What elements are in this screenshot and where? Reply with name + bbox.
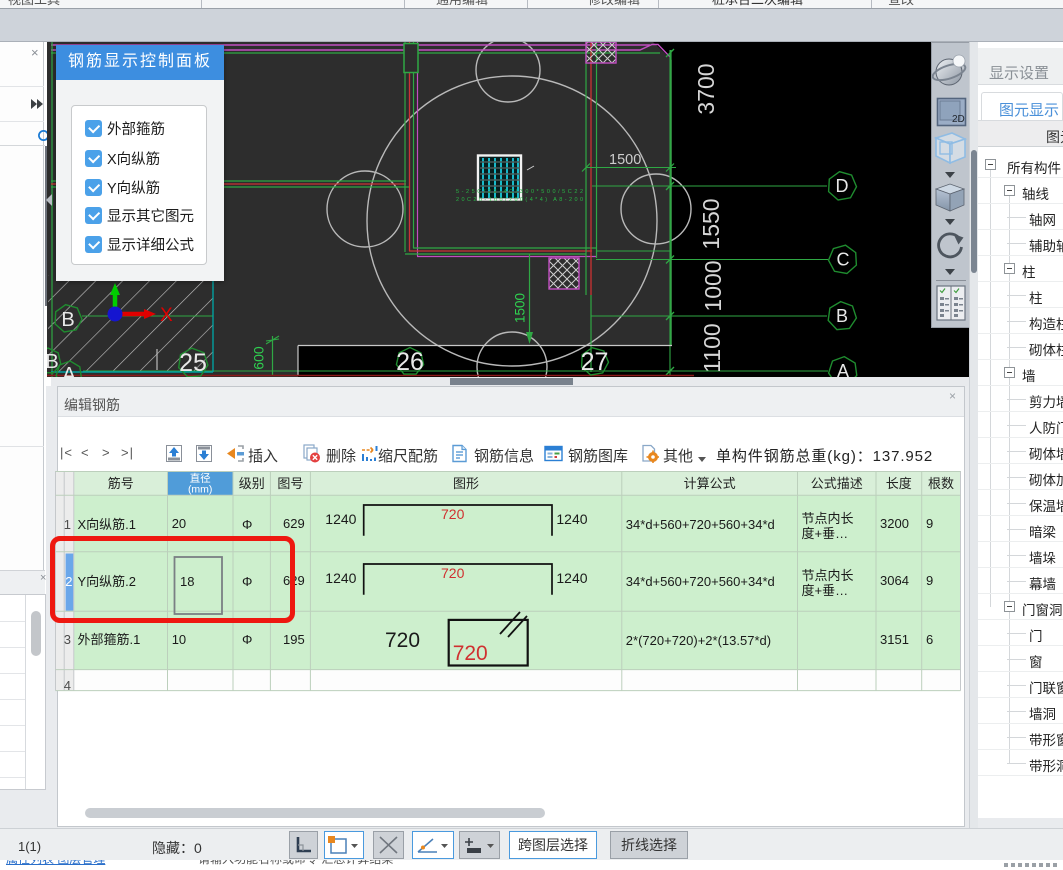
svg-text:27: 27 (581, 348, 609, 376)
svg-text:34*d+560+720+560+34*d: 34*d+560+720+560+34*d (626, 517, 775, 532)
svg-text:9: 9 (926, 573, 933, 588)
svg-text:1240: 1240 (556, 570, 587, 586)
svg-text:A: A (62, 364, 76, 377)
svg-text:3700: 3700 (693, 63, 719, 114)
svg-text:筋号: 筋号 (108, 476, 134, 491)
svg-text:26: 26 (396, 348, 424, 376)
svg-text:(mm): (mm) (188, 484, 213, 496)
svg-text:3200: 3200 (880, 516, 909, 531)
svg-text:计算公式: 计算公式 (684, 476, 736, 491)
svg-text:4: 4 (64, 678, 71, 693)
svg-text:节点内长: 节点内长 (802, 568, 854, 583)
svg-text:级别: 级别 (239, 476, 265, 491)
svg-text:C: C (837, 250, 850, 270)
svg-text:3: 3 (64, 632, 71, 647)
svg-text:1550: 1550 (698, 198, 724, 249)
svg-text:720: 720 (441, 565, 465, 581)
svg-text:Φ: Φ (242, 632, 252, 647)
svg-text:10: 10 (172, 632, 186, 647)
svg-text:1240: 1240 (325, 570, 356, 586)
svg-text:34*d+560+720+560+34*d: 34*d+560+720+560+34*d (626, 574, 775, 589)
svg-text:B: B (47, 351, 59, 373)
svg-text:6: 6 (926, 632, 933, 647)
svg-text:图形: 图形 (453, 476, 479, 491)
svg-text:B: B (836, 306, 848, 326)
svg-text:公式描述: 公式描述 (811, 476, 863, 491)
svg-text:629: 629 (283, 516, 305, 531)
svg-text:节点内长: 节点内长 (802, 511, 854, 526)
svg-text:1100: 1100 (699, 323, 725, 372)
svg-text:图号: 图号 (277, 476, 303, 491)
svg-text:9: 9 (926, 516, 933, 531)
svg-text:720: 720 (385, 629, 420, 652)
svg-text:1500: 1500 (609, 152, 641, 168)
svg-text:1: 1 (64, 517, 71, 532)
svg-text:外部箍筋.1: 外部箍筋.1 (78, 632, 141, 647)
svg-text:根数: 根数 (928, 476, 954, 491)
svg-text:2*(720+720)+2*(13.57*d): 2*(720+720)+2*(13.57*d) (626, 633, 771, 648)
svg-text:720: 720 (441, 506, 465, 522)
svg-text:D: D (836, 176, 849, 196)
svg-text:2D: 2D (952, 114, 965, 125)
svg-text:长度: 长度 (886, 476, 912, 491)
svg-text:25: 25 (179, 349, 207, 377)
svg-text:度+垂…: 度+垂… (802, 526, 849, 541)
svg-text:3151: 3151 (880, 632, 909, 647)
svg-text:1240: 1240 (325, 511, 356, 527)
svg-text:X: X (160, 305, 173, 326)
svg-text:1500: 1500 (513, 293, 528, 323)
svg-text:600: 600 (251, 346, 267, 370)
svg-text:20C20-100/200(4*4) A8-200: 20C20-100/200(4*4) A8-200 (456, 197, 583, 203)
svg-text:B: B (61, 309, 74, 331)
svg-text:A: A (837, 361, 849, 377)
svg-text:20: 20 (172, 516, 186, 531)
svg-text:X向纵筋.1: X向纵筋.1 (78, 517, 137, 532)
svg-text:720: 720 (453, 642, 488, 665)
svg-text:195: 195 (283, 632, 305, 647)
svg-text:1000: 1000 (700, 260, 726, 311)
svg-text:1240: 1240 (556, 511, 587, 527)
svg-text:Φ: Φ (242, 517, 252, 532)
svg-text:3064: 3064 (880, 573, 909, 588)
svg-text:度+垂…: 度+垂… (802, 583, 849, 598)
